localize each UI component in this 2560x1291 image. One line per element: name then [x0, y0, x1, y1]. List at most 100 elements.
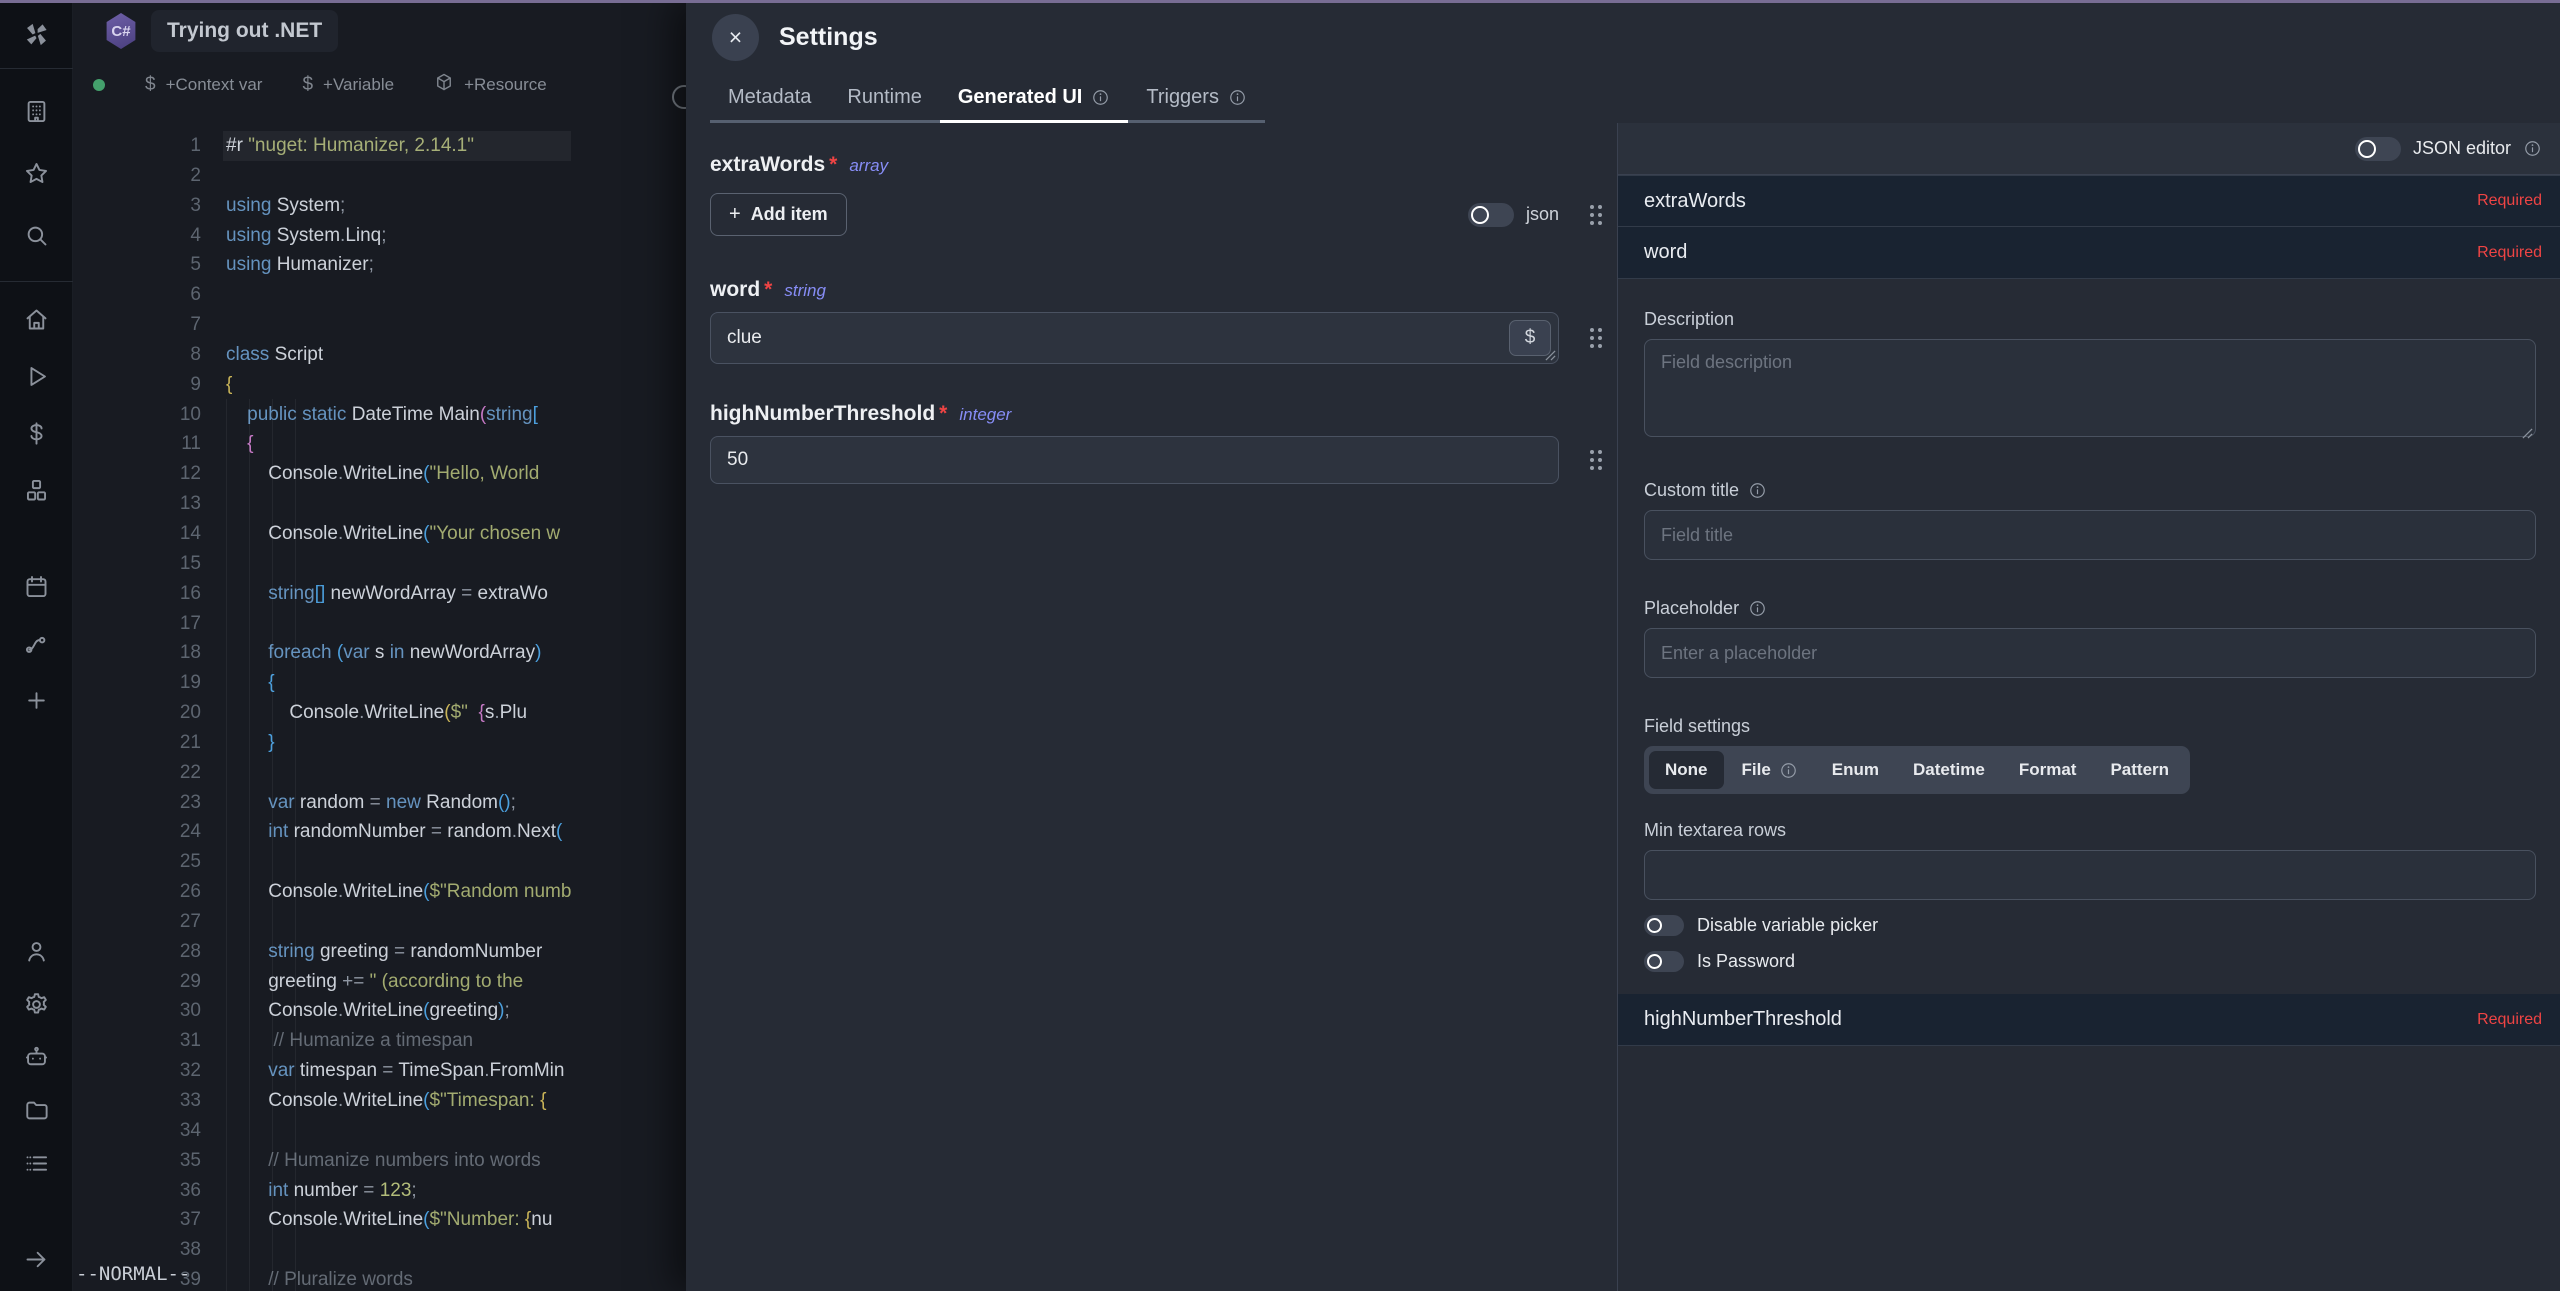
code-line[interactable]: 37 Console.WriteLine($"Number: {nu — [73, 1205, 686, 1235]
description-textarea[interactable] — [1644, 339, 2536, 437]
code-line[interactable]: 26 Console.WriteLine($"Random numb — [73, 877, 686, 907]
line-number: 30 — [73, 996, 201, 1026]
field-setting-enum[interactable]: Enum — [1816, 751, 1895, 789]
code-line[interactable]: 20 Console.WriteLine($" {s.Plu — [73, 698, 686, 728]
drag-handle-icon[interactable] — [1585, 202, 1607, 228]
resize-handle-icon[interactable] — [1545, 350, 1556, 361]
windmill-logo-icon[interactable] — [16, 14, 56, 54]
tab-runtime[interactable]: Runtime — [829, 75, 939, 123]
close-icon[interactable]: × — [712, 14, 759, 61]
tab-metadata[interactable]: Metadata — [710, 75, 829, 123]
section-row-extrawords[interactable]: extraWords Required — [1618, 175, 2560, 227]
code-line[interactable]: 30 Console.WriteLine(greeting); — [73, 996, 686, 1026]
person-icon[interactable] — [16, 931, 56, 971]
resource-button[interactable]: +Resource — [434, 72, 547, 98]
highnumberthreshold-input[interactable] — [710, 436, 1559, 484]
drag-handle-icon[interactable] — [1585, 447, 1607, 473]
drag-handle-icon[interactable] — [1585, 325, 1607, 351]
tab-triggers[interactable]: Triggers — [1128, 75, 1265, 123]
info-icon[interactable] — [2523, 139, 2542, 158]
code-line[interactable]: 19 { — [73, 668, 686, 698]
placeholder-input[interactable] — [1644, 628, 2536, 678]
is-password-toggle[interactable] — [1644, 951, 1684, 972]
code-line[interactable]: 33 Console.WriteLine($"Timespan: { — [73, 1086, 686, 1116]
code-line[interactable]: 38 — [73, 1235, 686, 1265]
code-line[interactable]: 35 // Humanize numbers into words — [73, 1146, 686, 1176]
code-line[interactable]: 29 greeting += " (according to the — [73, 967, 686, 997]
code-line[interactable]: 10 public static DateTime Main(string[ — [73, 400, 686, 430]
dollar-icon[interactable] — [16, 413, 56, 453]
code-line[interactable]: 18 foreach (var s in newWordArray) — [73, 638, 686, 668]
calendar-icon[interactable] — [16, 566, 56, 606]
code-line[interactable]: 11 { — [73, 429, 686, 459]
code-line[interactable]: 23 var random = new Random(); — [73, 788, 686, 818]
field-setting-datetime[interactable]: Datetime — [1897, 751, 2001, 789]
play-icon[interactable] — [16, 356, 56, 396]
section-row-word[interactable]: word Required — [1618, 227, 2560, 279]
disable-variable-picker-toggle[interactable] — [1644, 915, 1684, 936]
field-setting-pattern[interactable]: Pattern — [2094, 751, 2185, 789]
code-line[interactable]: 12 Console.WriteLine("Hello, World — [73, 459, 686, 489]
add-item-button[interactable]: + Add item — [710, 193, 847, 236]
field-setting-format[interactable]: Format — [2003, 751, 2093, 789]
flow-icon[interactable] — [16, 623, 56, 663]
code-line[interactable]: 4using System.Linq; — [73, 221, 686, 251]
plus-icon[interactable] — [16, 680, 56, 720]
section-row-highnumberthreshold[interactable]: highNumberThreshold Required — [1618, 994, 2560, 1046]
cubes-icon[interactable] — [16, 470, 56, 510]
code-line[interactable]: 28 string greeting = randomNumber — [73, 937, 686, 967]
code-line[interactable]: 27 — [73, 907, 686, 937]
search-icon[interactable] — [16, 215, 56, 255]
json-editor-toggle[interactable] — [2355, 137, 2401, 161]
variable-button[interactable]: $+Variable — [302, 74, 394, 96]
code-line[interactable]: 31 // Humanize a timespan — [73, 1026, 686, 1056]
info-icon[interactable] — [1091, 88, 1110, 107]
gear-icon[interactable] — [16, 984, 56, 1024]
field-setting-none[interactable]: None — [1649, 751, 1724, 789]
code-line[interactable]: 21 } — [73, 728, 686, 758]
custom-title-input[interactable] — [1644, 510, 2536, 560]
code-line[interactable]: 36 int number = 123; — [73, 1176, 686, 1206]
code-line[interactable]: 8class Script — [73, 340, 686, 370]
word-input[interactable] — [710, 312, 1559, 364]
code-line[interactable]: 32 var timespan = TimeSpan.FromMin — [73, 1056, 686, 1086]
code-line[interactable]: 5using Humanizer; — [73, 250, 686, 280]
code-line[interactable]: 7 — [73, 310, 686, 340]
code-line[interactable]: 34 — [73, 1116, 686, 1146]
code-line[interactable]: 2 — [73, 161, 686, 191]
code-line[interactable]: 6 — [73, 280, 686, 310]
star-icon[interactable] — [16, 153, 56, 193]
info-icon[interactable] — [1748, 481, 1767, 500]
list-icon[interactable] — [16, 1143, 56, 1183]
contextvar-button[interactable]: $+Context var — [145, 74, 262, 96]
code-line[interactable]: 25 — [73, 847, 686, 877]
resize-handle-icon[interactable] — [2522, 428, 2533, 439]
code-line[interactable]: 13 — [73, 489, 686, 519]
min-textarea-rows-input[interactable] — [1644, 850, 2536, 900]
script-title[interactable]: Trying out .NET — [151, 10, 338, 52]
info-icon[interactable] — [1779, 761, 1798, 780]
building-icon[interactable] — [16, 91, 56, 131]
code-line[interactable]: 22 — [73, 758, 686, 788]
field-setting-file[interactable]: File — [1726, 751, 1814, 789]
info-icon[interactable] — [1748, 599, 1767, 618]
code-line[interactable]: 15 — [73, 549, 686, 579]
code-line[interactable]: 17 — [73, 609, 686, 639]
code-line[interactable]: 9{ — [73, 370, 686, 400]
info-icon[interactable] — [1228, 88, 1247, 107]
code-line[interactable]: 3using System; — [73, 191, 686, 221]
line-number: 20 — [73, 698, 201, 728]
code-editor[interactable]: 1#r "nuget: Humanizer, 2.14.1"23using Sy… — [73, 131, 686, 1291]
home-icon[interactable] — [16, 299, 56, 339]
code-line[interactable]: 24 int randomNumber = random.Next( — [73, 817, 686, 847]
arrow-right-icon[interactable] — [16, 1239, 56, 1279]
json-editor-label: JSON editor — [2413, 138, 2511, 159]
folder-icon[interactable] — [16, 1090, 56, 1130]
json-toggle[interactable] — [1468, 203, 1514, 227]
robot-icon[interactable] — [16, 1037, 56, 1077]
tab-generated-ui[interactable]: Generated UI — [940, 75, 1128, 123]
code-line[interactable]: 14 Console.WriteLine("Your chosen w — [73, 519, 686, 549]
line-number: 2 — [73, 161, 201, 191]
code-line[interactable]: 16 string[] newWordArray = extraWo — [73, 579, 686, 609]
extrawords-controls: + Add item json — [710, 193, 1607, 236]
